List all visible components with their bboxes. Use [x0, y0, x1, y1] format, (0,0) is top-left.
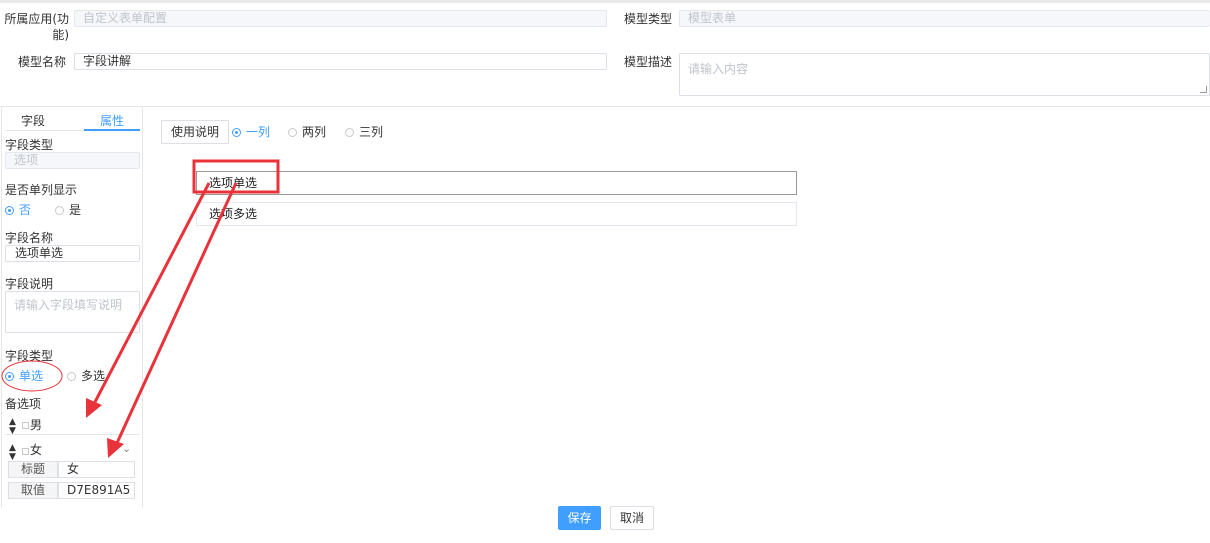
field-name-input[interactable]: 选项单选	[5, 245, 140, 262]
resize-handle-icon[interactable]	[1200, 86, 1207, 93]
model-type-field: 模型表单	[679, 10, 1210, 27]
radio-no[interactable]	[5, 206, 14, 215]
radio-two-column[interactable]	[288, 128, 297, 137]
single-col-label: 是否单列显示	[5, 183, 78, 197]
model-desc-placeholder: 请输入内容	[688, 62, 749, 76]
field-desc-label: 字段说明	[5, 277, 54, 291]
option-checkbox[interactable]	[22, 422, 29, 429]
radio-single-label[interactable]: 单选	[19, 368, 43, 384]
save-button[interactable]: 保存	[558, 506, 601, 530]
chevron-down-icon[interactable]: ⌄	[122, 441, 131, 457]
choice-type-label: 字段类型	[5, 349, 54, 363]
option-text: 男	[30, 418, 43, 432]
radio-one-column-label[interactable]: 一列	[246, 124, 270, 140]
radio-yes-label[interactable]: 是	[69, 202, 81, 218]
options-label: 备选项	[5, 397, 42, 411]
radio-no-label[interactable]: 否	[19, 202, 31, 218]
app-label: 所属应用(功 能)	[3, 11, 69, 43]
form-designer: 所属应用(功 能) 自定义表单配置 模型类型 模型表单 模型名称 字段讲解 模型…	[0, 0, 1210, 543]
app-label-line1: 所属应用(功	[4, 12, 69, 26]
radio-multi-label[interactable]: 多选	[81, 368, 105, 384]
left-panel-outer-border	[1, 107, 2, 507]
option-value-input[interactable]: D7E891A5	[58, 482, 135, 499]
top-divider	[0, 0, 1210, 3]
option-text: 女	[30, 443, 43, 457]
left-panel-border	[142, 107, 143, 507]
usage-button[interactable]: 使用说明	[161, 120, 229, 144]
app-label-line2: 能)	[52, 28, 69, 42]
radio-two-column-label[interactable]: 两列	[302, 124, 326, 140]
radio-three-column-label[interactable]: 三列	[359, 124, 383, 140]
option-title-key: 标题	[8, 461, 58, 478]
tab-properties[interactable]: 属性	[84, 113, 140, 129]
field-desc-placeholder: 请输入字段填写说明	[14, 298, 123, 312]
option-title-input[interactable]: 女	[58, 461, 135, 478]
field-name-label: 字段名称	[5, 231, 54, 245]
model-name-label: 模型名称	[18, 55, 67, 69]
model-desc-label: 模型描述	[624, 55, 673, 69]
cancel-button[interactable]: 取消	[610, 506, 654, 530]
model-desc-textarea[interactable]: 请输入内容	[679, 53, 1210, 96]
app-field: 自定义表单配置	[74, 10, 607, 27]
radio-yes[interactable]	[55, 206, 64, 215]
field-type-field: 选项	[5, 152, 140, 169]
header-divider	[0, 106, 1210, 107]
tab-fields[interactable]: 字段	[5, 113, 61, 129]
radio-multi[interactable]	[67, 372, 76, 381]
annotation-arrowhead-icon	[86, 398, 102, 418]
radio-three-column[interactable]	[345, 128, 354, 137]
option-checkbox[interactable]	[22, 448, 29, 455]
tab-underline	[5, 130, 84, 131]
canvas-field[interactable]: 选项单选	[196, 171, 797, 195]
drag-sort-icon[interactable]: ▲ ▼	[9, 444, 16, 462]
radio-one-column[interactable]	[232, 128, 241, 137]
canvas-field[interactable]: 选项多选	[196, 202, 797, 226]
tab-active-underline	[84, 129, 140, 131]
option-divider	[5, 434, 140, 435]
option-value-key: 取值	[8, 482, 58, 499]
field-desc-textarea[interactable]: 请输入字段填写说明	[5, 291, 140, 333]
field-type-label: 字段类型	[5, 138, 54, 152]
model-name-input[interactable]: 字段讲解	[74, 53, 607, 70]
radio-single[interactable]	[5, 372, 14, 381]
model-type-label: 模型类型	[624, 12, 673, 26]
